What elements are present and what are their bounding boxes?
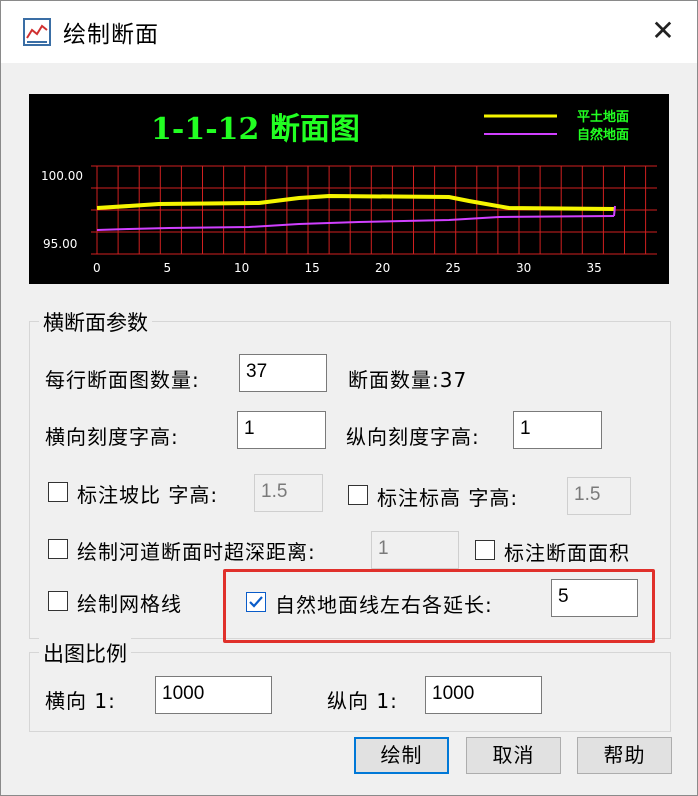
window-title: 绘制断面 [63, 22, 159, 48]
v-tick-height-input[interactable]: 1 [513, 411, 602, 449]
chart-app-icon [23, 18, 51, 46]
output-scale-legend: 出图比例 [39, 638, 131, 668]
title-bar: 绘制断面 ✕ [1, 1, 697, 63]
y-label-bottom: 95.00 [43, 237, 77, 251]
section-area-label: 标注断面面积 [504, 541, 630, 565]
per-row-label: 每行断面图数量: [45, 368, 200, 392]
x-axis-label: 10 [234, 261, 249, 275]
y-label-top: 100.00 [41, 169, 83, 183]
x-axis-label: 35 [587, 261, 602, 275]
elevation-label: 标注标高 字高: [377, 486, 519, 510]
fill-ground-line [96, 193, 615, 211]
natural-ground-line [96, 215, 615, 231]
v-scale-label: 纵向 1: [327, 689, 398, 713]
x-axis-label: 20 [375, 261, 390, 275]
dialog-window: 绘制断面 ✕ 1-1-12 断面图 平土地面 自然地面 100.00 95.00… [0, 0, 698, 796]
slope-height-input[interactable]: 1.5 [254, 474, 323, 512]
legend-fill-label: 平土地面 [577, 109, 629, 125]
h-tick-height-label: 横向刻度字高: [45, 425, 179, 449]
highlight-box [223, 569, 655, 643]
close-icon[interactable]: ✕ [645, 13, 681, 49]
per-row-input[interactable]: 37 [239, 354, 327, 392]
x-axis-label: 25 [446, 261, 461, 275]
v-tick-height-label: 纵向刻度字高: [346, 425, 480, 449]
section-preview: 1-1-12 断面图 平土地面 自然地面 100.00 95.00 0 5 10 15… [29, 94, 669, 284]
elevation-checkbox[interactable] [348, 485, 368, 505]
h-scale-input[interactable]: 1000 [155, 676, 272, 714]
grid-lines-checkbox[interactable] [48, 591, 68, 611]
v-scale-input[interactable]: 1000 [425, 676, 542, 714]
grid-lines-label: 绘制网格线 [77, 592, 182, 616]
river-depth-label: 绘制河道断面时超深距离: [77, 540, 316, 564]
cancel-button[interactable]: 取消 [466, 737, 561, 774]
draw-button[interactable]: 绘制 [354, 737, 449, 774]
slope-label: 标注坡比 字高: [77, 483, 219, 507]
river-depth-checkbox[interactable] [48, 539, 68, 559]
elevation-height-input[interactable]: 1.5 [567, 477, 631, 515]
section-count-label: 断面数量:37 [348, 368, 468, 392]
x-axis-label: 30 [516, 261, 531, 275]
help-button[interactable]: 帮助 [577, 737, 672, 774]
x-axis-label: 0 [93, 261, 101, 275]
x-axis-label: 15 [305, 261, 320, 275]
x-axis-label: 5 [164, 261, 172, 275]
river-depth-input[interactable]: 1 [371, 531, 459, 569]
section-area-checkbox[interactable] [475, 540, 495, 560]
slope-checkbox[interactable] [48, 482, 68, 502]
h-scale-label: 横向 1: [45, 689, 116, 713]
legend-natural-label: 自然地面 [577, 127, 629, 143]
cross-section-params-legend: 横断面参数 [39, 307, 152, 337]
preview-title: 1-1-12 断面图 [151, 112, 360, 147]
section-preview-canvas: 1-1-12 断面图 平土地面 自然地面 100.00 95.00 0 5 10 15… [41, 109, 657, 275]
h-tick-height-input[interactable]: 1 [237, 411, 326, 449]
